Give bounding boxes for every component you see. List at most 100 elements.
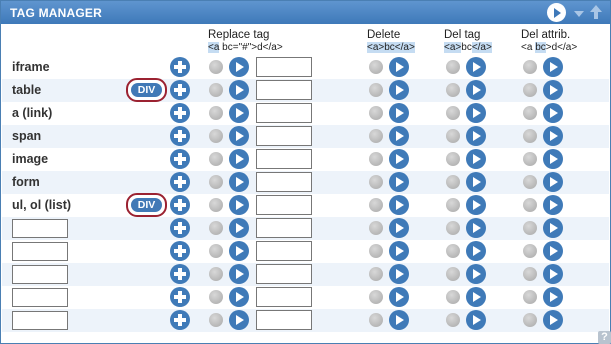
del-attrib-radio[interactable]: [523, 106, 537, 120]
del-tag-play-icon[interactable]: [466, 103, 486, 123]
replace-tag-input[interactable]: [256, 241, 312, 261]
del-attrib-radio[interactable]: [523, 83, 537, 97]
delete-play-icon[interactable]: [389, 287, 409, 307]
replace-play-icon[interactable]: [229, 241, 249, 261]
del-attrib-radio[interactable]: [523, 60, 537, 74]
del-attrib-play-icon[interactable]: [543, 80, 563, 100]
del-tag-play-icon[interactable]: [466, 80, 486, 100]
replace-radio[interactable]: [209, 290, 223, 304]
replace-tag-input[interactable]: [256, 218, 312, 238]
del-tag-radio[interactable]: [446, 221, 460, 235]
delete-play-icon[interactable]: [389, 103, 409, 123]
delete-radio[interactable]: [369, 175, 383, 189]
upload-arrow-icon[interactable]: [590, 5, 602, 20]
del-attrib-radio[interactable]: [523, 152, 537, 166]
del-attrib-radio[interactable]: [523, 244, 537, 258]
custom-tag-input[interactable]: [12, 265, 68, 284]
del-attrib-play-icon[interactable]: [543, 241, 563, 261]
add-icon[interactable]: [170, 287, 190, 307]
delete-play-icon[interactable]: [389, 57, 409, 77]
delete-play-icon[interactable]: [389, 126, 409, 146]
del-attrib-play-icon[interactable]: [543, 195, 563, 215]
replace-tag-input[interactable]: [256, 264, 312, 284]
del-tag-play-icon[interactable]: [466, 126, 486, 146]
del-attrib-play-icon[interactable]: [543, 264, 563, 284]
del-tag-radio[interactable]: [446, 290, 460, 304]
custom-tag-input[interactable]: [12, 219, 68, 238]
del-tag-play-icon[interactable]: [466, 57, 486, 77]
delete-radio[interactable]: [369, 152, 383, 166]
add-icon[interactable]: [170, 80, 190, 100]
add-icon[interactable]: [170, 195, 190, 215]
replace-radio[interactable]: [209, 83, 223, 97]
replace-play-icon[interactable]: [229, 172, 249, 192]
del-attrib-play-icon[interactable]: [543, 149, 563, 169]
add-icon[interactable]: [170, 126, 190, 146]
custom-tag-input[interactable]: [12, 288, 68, 307]
add-icon[interactable]: [170, 172, 190, 192]
delete-radio[interactable]: [369, 129, 383, 143]
del-attrib-play-icon[interactable]: [543, 103, 563, 123]
add-icon[interactable]: [170, 57, 190, 77]
del-tag-play-icon[interactable]: [466, 172, 486, 192]
replace-play-icon[interactable]: [229, 126, 249, 146]
del-attrib-play-icon[interactable]: [543, 310, 563, 330]
del-tag-play-icon[interactable]: [466, 310, 486, 330]
del-tag-play-icon[interactable]: [466, 264, 486, 284]
replace-play-icon[interactable]: [229, 310, 249, 330]
replace-radio[interactable]: [209, 267, 223, 281]
replace-play-icon[interactable]: [229, 264, 249, 284]
del-tag-radio[interactable]: [446, 152, 460, 166]
add-icon[interactable]: [170, 218, 190, 238]
custom-tag-input[interactable]: [12, 311, 68, 330]
add-icon[interactable]: [170, 241, 190, 261]
del-tag-radio[interactable]: [446, 198, 460, 212]
replace-tag-input[interactable]: [256, 149, 312, 169]
replace-radio[interactable]: [209, 198, 223, 212]
delete-radio[interactable]: [369, 106, 383, 120]
delete-radio[interactable]: [369, 198, 383, 212]
replace-radio[interactable]: [209, 129, 223, 143]
del-attrib-play-icon[interactable]: [543, 218, 563, 238]
del-tag-radio[interactable]: [446, 60, 460, 74]
del-tag-radio[interactable]: [446, 267, 460, 281]
replace-tag-input[interactable]: [256, 195, 312, 215]
replace-play-icon[interactable]: [229, 195, 249, 215]
delete-radio[interactable]: [369, 244, 383, 258]
del-attrib-radio[interactable]: [523, 175, 537, 189]
replace-tag-input[interactable]: [256, 126, 312, 146]
replace-play-icon[interactable]: [229, 57, 249, 77]
div-badge-button[interactable]: DIV: [126, 78, 167, 102]
del-attrib-radio[interactable]: [523, 290, 537, 304]
delete-radio[interactable]: [369, 267, 383, 281]
replace-tag-input[interactable]: [256, 287, 312, 307]
del-attrib-radio[interactable]: [523, 198, 537, 212]
replace-radio[interactable]: [209, 152, 223, 166]
replace-play-icon[interactable]: [229, 80, 249, 100]
del-tag-radio[interactable]: [446, 129, 460, 143]
del-tag-play-icon[interactable]: [466, 195, 486, 215]
replace-tag-input[interactable]: [256, 310, 312, 330]
delete-radio[interactable]: [369, 221, 383, 235]
help-icon[interactable]: ?: [598, 331, 611, 344]
replace-play-icon[interactable]: [229, 218, 249, 238]
delete-play-icon[interactable]: [389, 172, 409, 192]
del-attrib-play-icon[interactable]: [543, 287, 563, 307]
add-icon[interactable]: [170, 264, 190, 284]
add-icon[interactable]: [170, 149, 190, 169]
del-attrib-play-icon[interactable]: [543, 126, 563, 146]
custom-tag-input[interactable]: [12, 242, 68, 261]
delete-play-icon[interactable]: [389, 218, 409, 238]
del-tag-play-icon[interactable]: [466, 149, 486, 169]
replace-play-icon[interactable]: [229, 287, 249, 307]
del-attrib-play-icon[interactable]: [543, 57, 563, 77]
delete-play-icon[interactable]: [389, 264, 409, 284]
add-icon[interactable]: [170, 103, 190, 123]
replace-tag-input[interactable]: [256, 172, 312, 192]
del-tag-radio[interactable]: [446, 175, 460, 189]
del-attrib-radio[interactable]: [523, 129, 537, 143]
delete-play-icon[interactable]: [389, 241, 409, 261]
add-icon[interactable]: [170, 310, 190, 330]
del-attrib-play-icon[interactable]: [543, 172, 563, 192]
del-tag-play-icon[interactable]: [466, 287, 486, 307]
